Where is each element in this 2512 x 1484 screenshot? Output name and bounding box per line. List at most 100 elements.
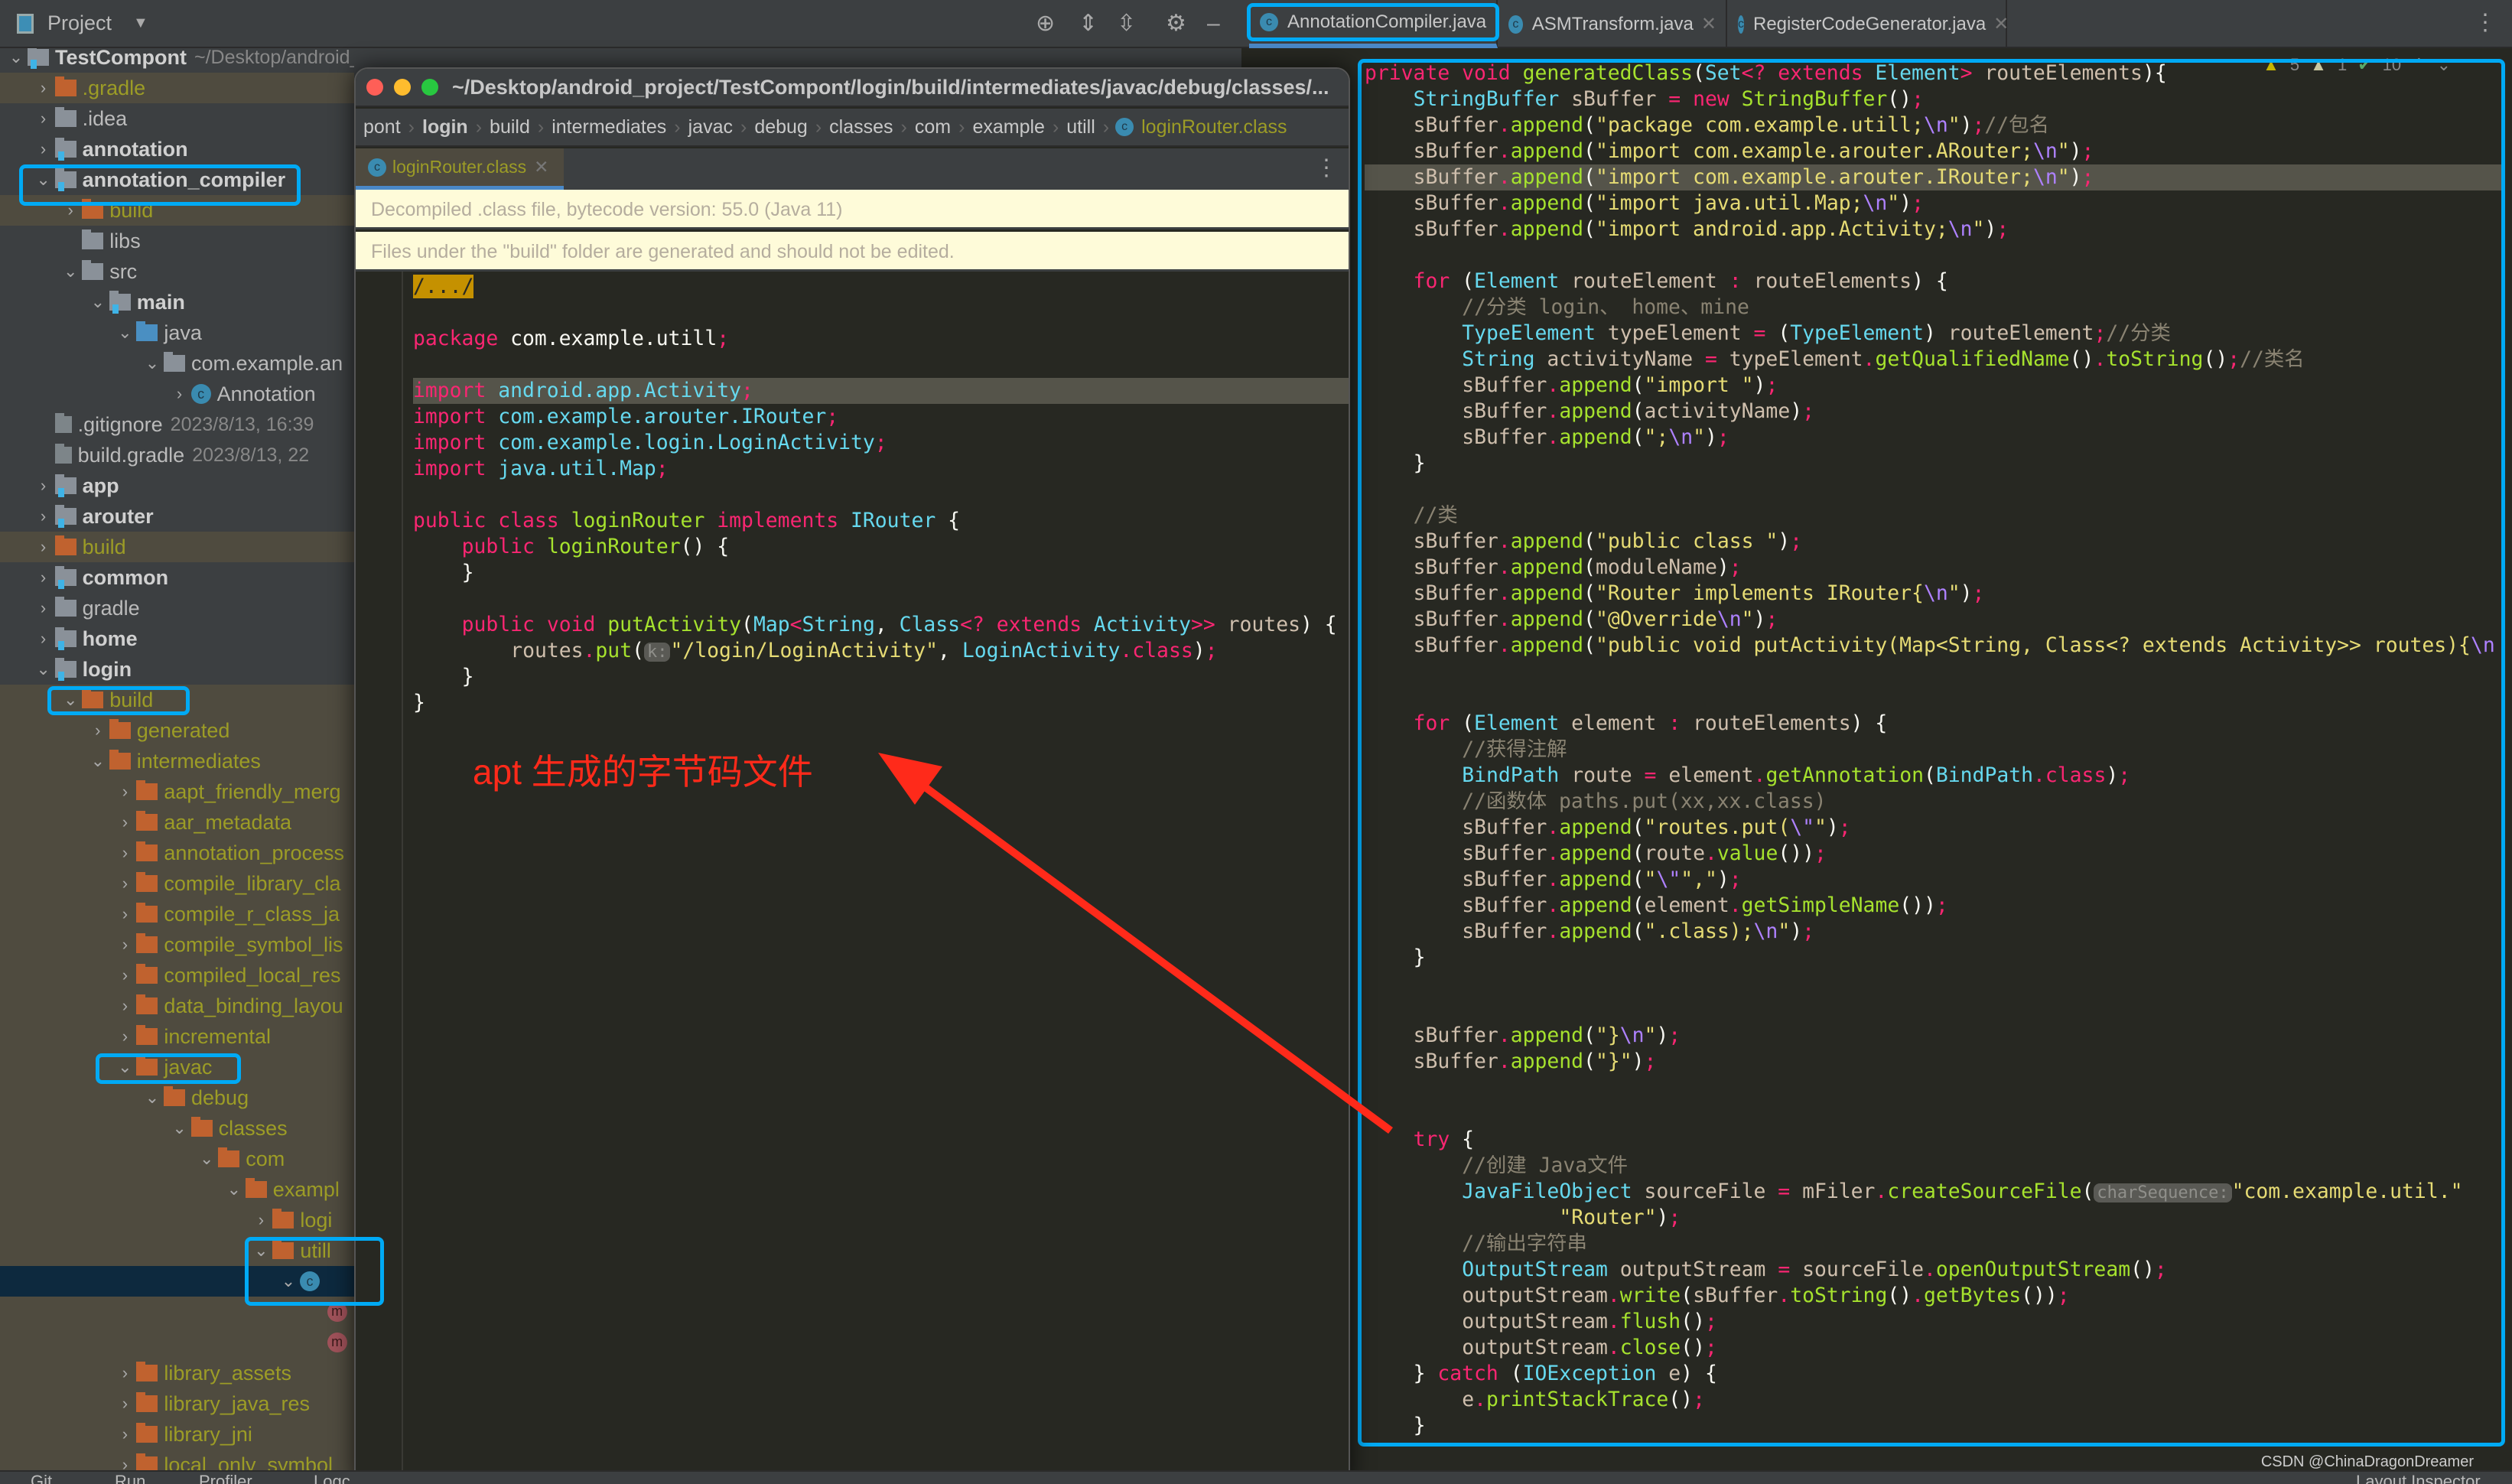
tree-item[interactable]: › home bbox=[0, 623, 354, 654]
breadcrumb-item[interactable]: classes bbox=[822, 116, 900, 138]
previous-highlight-icon[interactable]: ⌃ bbox=[2412, 55, 2426, 75]
code-line[interactable] bbox=[1365, 1101, 2504, 1127]
code-line[interactable]: routes.put(k: "/login/LoginActivity", Log… bbox=[413, 638, 1349, 664]
logcat-tool-button[interactable]: Logc bbox=[314, 1472, 350, 1484]
tree-item[interactable]: › annotation_process bbox=[0, 838, 354, 868]
decompiled-code-area[interactable]: /.../package com.example.utill; import an… bbox=[413, 274, 1349, 1421]
chevron-right-icon[interactable]: › bbox=[113, 904, 136, 924]
chevron-down-icon[interactable]: ⌄ bbox=[113, 1057, 136, 1077]
code-line[interactable]: BindPath route = element.getAnnotation(B… bbox=[1365, 763, 2504, 789]
code-line[interactable]: sBuffer.append("}\n"); bbox=[1365, 1023, 2504, 1049]
code-line[interactable]: } bbox=[1365, 451, 2504, 477]
chevron-down-icon[interactable]: ⌄ bbox=[86, 751, 109, 771]
chevron-right-icon[interactable]: › bbox=[32, 476, 55, 496]
code-line[interactable]: //输出字符串 bbox=[1365, 1231, 2504, 1257]
code-line[interactable]: sBuffer.append("\"","); bbox=[1365, 867, 2504, 893]
code-line[interactable] bbox=[413, 586, 1349, 612]
code-line[interactable]: sBuffer.append(moduleName); bbox=[1365, 555, 2504, 581]
chevron-right-icon[interactable]: › bbox=[32, 568, 55, 587]
chevron-down-icon[interactable]: ⌄ bbox=[86, 292, 109, 312]
tree-item[interactable]: ⌄ main bbox=[0, 287, 354, 317]
chevron-right-icon[interactable]: › bbox=[113, 1455, 136, 1470]
code-line[interactable]: TypeElement typeElement = (TypeElement) … bbox=[1365, 321, 2504, 347]
tree-item[interactable]: ⌄ classes bbox=[0, 1113, 354, 1144]
next-highlight-icon[interactable]: ⌄ bbox=[2437, 55, 2451, 75]
code-line[interactable]: sBuffer.append("@Override\n"); bbox=[1365, 607, 2504, 633]
tree-item[interactable]: › arouter bbox=[0, 501, 354, 532]
chevron-right-icon[interactable]: › bbox=[113, 1363, 136, 1383]
chevron-right-icon[interactable]: › bbox=[249, 1210, 272, 1230]
code-line[interactable] bbox=[1365, 1075, 2504, 1101]
code-line[interactable] bbox=[1365, 685, 2504, 711]
tree-item[interactable]: › annotation bbox=[0, 134, 354, 164]
gear-icon[interactable]: ⚙ bbox=[1166, 12, 1186, 35]
chevron-down-icon[interactable]: ⌄ bbox=[195, 1149, 218, 1169]
breadcrumb-item[interactable]: debug bbox=[747, 116, 815, 138]
code-line[interactable]: import com.example.arouter.IRouter; bbox=[413, 404, 1349, 430]
more-icon[interactable]: ⋮ bbox=[1315, 155, 1338, 181]
code-line[interactable]: public void putActivity(Map<String, Clas… bbox=[413, 612, 1349, 638]
tree-item[interactable]: › local_only_symbol bbox=[0, 1450, 354, 1470]
tree-item[interactable]: ⌄ c bbox=[0, 1266, 354, 1297]
tree-item[interactable]: libs bbox=[0, 226, 354, 256]
chevron-right-icon[interactable]: › bbox=[113, 935, 136, 955]
tree-item[interactable]: › compiled_local_res bbox=[0, 960, 354, 991]
code-line[interactable]: sBuffer.append("import "); bbox=[1365, 373, 2504, 399]
tree-item[interactable]: m bbox=[0, 1297, 354, 1327]
code-line[interactable]: outputStream.flush(); bbox=[1365, 1309, 2504, 1335]
close-icon[interactable]: ✕ bbox=[534, 157, 548, 177]
project-tree[interactable]: ⌄ TestCompont ~/Desktop/android_project/Te… bbox=[0, 48, 354, 1470]
code-line[interactable]: package com.example.utill; bbox=[413, 326, 1349, 352]
tree-item[interactable]: ⌄ com.example.an bbox=[0, 348, 354, 379]
chevron-right-icon[interactable]: › bbox=[32, 598, 55, 618]
code-line[interactable] bbox=[413, 352, 1349, 378]
chevron-down-icon[interactable]: ▼ bbox=[133, 15, 148, 32]
code-line[interactable]: import java.util.Map; bbox=[413, 456, 1349, 482]
tree-item[interactable]: › build bbox=[0, 532, 354, 562]
code-area[interactable]: private void generatedClass (Set<? extend… bbox=[1365, 60, 2504, 1453]
tree-item[interactable]: › data_binding_layou bbox=[0, 991, 354, 1021]
code-line[interactable]: "Router"); bbox=[1365, 1205, 2504, 1231]
chevron-right-icon[interactable]: › bbox=[59, 200, 82, 220]
chevron-right-icon[interactable]: › bbox=[113, 965, 136, 985]
chevron-right-icon[interactable]: › bbox=[32, 139, 55, 159]
chevron-right-icon[interactable]: › bbox=[113, 874, 136, 893]
code-line[interactable]: sBuffer.append(".class);\n"); bbox=[1365, 919, 2504, 945]
chevron-down-icon[interactable]: ⌄ bbox=[113, 323, 136, 343]
chevron-right-icon[interactable]: › bbox=[113, 812, 136, 832]
chevron-down-icon[interactable]: ⌄ bbox=[249, 1241, 272, 1261]
code-line[interactable]: //分类 login、 home、mine bbox=[1365, 295, 2504, 321]
layout-inspector-button[interactable]: Layout Inspector bbox=[2356, 1472, 2481, 1484]
tree-item[interactable]: › incremental bbox=[0, 1021, 354, 1052]
breadcrumb-item[interactable]: com bbox=[907, 116, 958, 138]
code-line[interactable]: sBuffer.append("package com.example.util… bbox=[1365, 112, 2504, 138]
code-line[interactable]: } bbox=[1365, 945, 2504, 971]
breadcrumb-item[interactable]: utill bbox=[1059, 116, 1103, 138]
breadcrumb-item[interactable]: login bbox=[415, 116, 476, 138]
code-line[interactable]: JavaFileObject sourceFile = mFiler.creat… bbox=[1365, 1179, 2504, 1205]
tree-item[interactable]: m bbox=[0, 1327, 354, 1358]
code-line[interactable] bbox=[1365, 659, 2504, 685]
tab-loginrouter[interactable]: c loginRouter.class ✕ bbox=[356, 148, 564, 190]
git-tool-button[interactable]: Git bbox=[31, 1472, 52, 1484]
tab-registercodegenerator[interactable]: c RegisterCodeGenerator.java ✕ bbox=[1727, 0, 2009, 48]
tree-item[interactable]: .gitignore 2023/8/13, 16:39 bbox=[0, 409, 354, 440]
code-line[interactable]: //获得注解 bbox=[1365, 737, 2504, 763]
tree-item[interactable]: ⌄ java bbox=[0, 317, 354, 348]
code-line[interactable]: for (Element routeElement : routeElement… bbox=[1365, 268, 2504, 295]
code-line[interactable]: /.../ bbox=[413, 274, 1349, 300]
tree-item[interactable]: › c Annotation bbox=[0, 379, 354, 409]
close-window-button[interactable] bbox=[366, 79, 383, 96]
tree-item[interactable]: ⌄ src bbox=[0, 256, 354, 287]
chevron-right-icon[interactable]: › bbox=[32, 629, 55, 649]
breadcrumb-item[interactable]: build bbox=[482, 116, 538, 138]
tree-item[interactable]: ⌄ utill bbox=[0, 1235, 354, 1266]
chevron-right-icon[interactable]: › bbox=[113, 782, 136, 802]
code-line[interactable]: StringBuffer sBuffer = new StringBuffer(… bbox=[1365, 86, 2504, 112]
tree-item[interactable]: ⌄ exampl bbox=[0, 1174, 354, 1205]
code-line[interactable]: sBuffer.append(";\n"); bbox=[1365, 425, 2504, 451]
tree-item[interactable]: › logi bbox=[0, 1205, 354, 1235]
code-line[interactable]: public loginRouter() { bbox=[413, 534, 1349, 560]
code-line[interactable]: //类 bbox=[1365, 503, 2504, 529]
tree-item[interactable]: › compile_library_cla bbox=[0, 868, 354, 899]
